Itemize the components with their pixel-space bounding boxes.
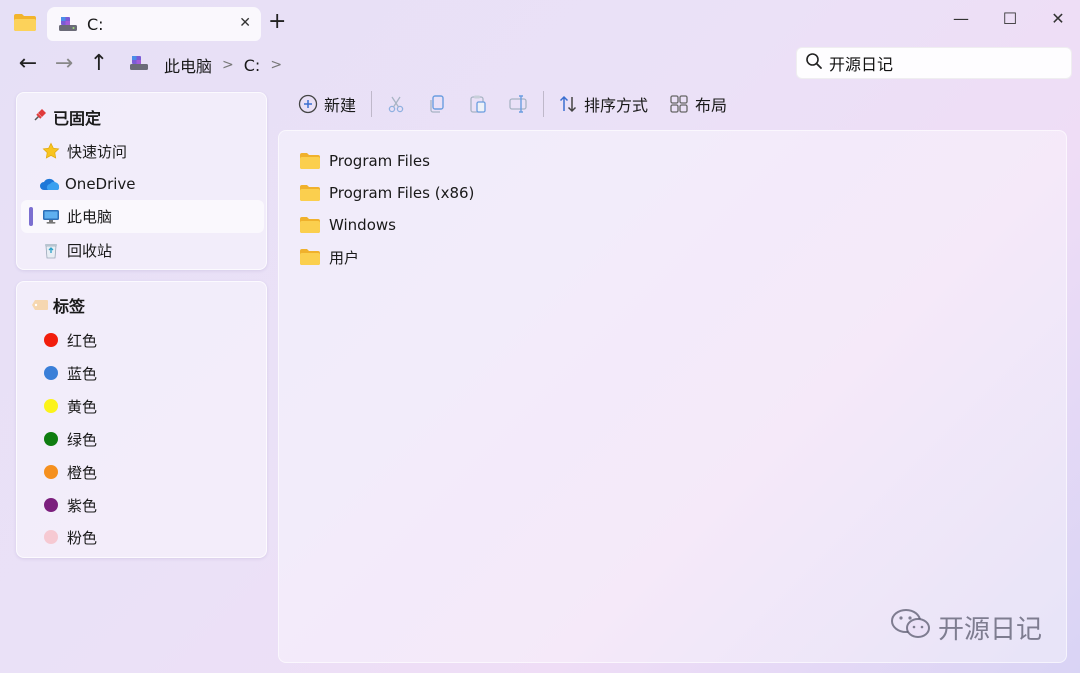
folder-icon [299,248,321,266]
search-input[interactable] [829,53,1059,73]
tag-color-dot [41,465,61,479]
breadcrumb-this-pc[interactable]: 此电脑 [164,53,212,77]
file-item-windows[interactable]: Windows [299,211,396,239]
drive-icon [57,15,79,33]
tag-red[interactable]: 红色 [41,325,97,355]
up-button[interactable]: ↑ [87,52,111,76]
folder-icon [299,184,321,202]
watermark-text: 开源日记 [938,615,1043,645]
search-icon [805,52,823,74]
pinned-title: 已固定 [53,109,102,128]
copy-button[interactable] [427,90,453,118]
tag-icon [31,296,49,315]
tag-label: 绿色 [67,430,98,449]
paste-icon [468,94,488,114]
pinned-section: 已固定 快速访问 OneDrive 此电脑 回收站 [16,92,267,270]
cut-button[interactable] [386,90,412,118]
tag-label: 蓝色 [67,364,98,383]
folder-icon [299,216,321,234]
breadcrumb: 此电脑 > C: > [128,53,292,77]
breadcrumb-separator: > [222,57,234,73]
sidebar-item-label: 此电脑 [67,208,113,226]
search-box[interactable] [796,47,1072,79]
sidebar-item-quick-access[interactable]: 快速访问 [41,136,127,166]
tab-close-icon[interactable]: ✕ [239,15,251,31]
recycle-bin-icon [41,241,61,259]
computer-drive-icon [128,54,150,76]
file-name: Program Files (x86) [329,184,475,202]
file-list-pane: Program Files Program Files (x86) Window… [278,130,1067,663]
cloud-icon [39,177,61,191]
computer-icon [41,209,61,225]
plus-circle-icon [298,94,318,114]
wechat-icon [890,607,932,648]
copy-icon [427,94,447,114]
sidebar-item-label: 回收站 [67,241,113,260]
tag-color-dot [41,432,61,446]
sidebar-item-label: 快速访问 [67,142,128,161]
tag-color-dot [41,366,61,380]
sidebar-item-this-pc[interactable]: 此电脑 [21,200,264,233]
maximize-button[interactable]: ☐ [999,9,1021,28]
rename-icon [508,94,530,114]
file-item-program-files-x86[interactable]: Program Files (x86) [299,179,474,207]
minimize-button[interactable]: — [950,9,972,28]
tag-label: 黄色 [67,397,98,416]
tag-yellow[interactable]: 黄色 [41,391,97,421]
tab-title: C: [87,14,104,34]
back-button[interactable]: ← [16,52,40,76]
tag-color-dot [41,333,61,347]
sort-button[interactable]: 排序方式 [558,90,648,118]
paste-button[interactable] [468,90,494,118]
pin-icon [31,107,49,127]
file-name: Program Files [329,152,430,170]
selection-indicator [29,207,33,226]
sort-button-label: 排序方式 [584,96,649,115]
forward-button[interactable]: → [52,52,76,76]
star-icon [41,142,61,160]
toolbar-divider [543,91,544,117]
file-name: Windows [329,216,396,234]
toolbar-divider [371,91,372,117]
breadcrumb-c-drive[interactable]: C: [244,56,261,75]
tag-label: 橙色 [67,463,98,482]
tag-orange[interactable]: 橙色 [41,457,97,487]
grid-layout-icon [669,94,689,114]
new-button[interactable]: 新建 [298,90,356,118]
file-item-program-files[interactable]: Program Files [299,147,430,175]
rename-button[interactable] [508,90,536,118]
breadcrumb-separator[interactable]: > [270,57,282,73]
layout-button[interactable]: 布局 [669,90,727,118]
file-name: 用户 [329,248,360,267]
layout-button-label: 布局 [695,96,728,115]
folder-icon [299,152,321,170]
watermark: 开源日记 [890,607,1042,648]
tag-color-dot [41,399,61,413]
sort-icon [558,94,578,114]
close-window-button[interactable]: ✕ [1047,9,1069,28]
tags-title: 标签 [53,297,86,316]
tag-label: 粉色 [67,528,98,547]
tags-section: 标签 红色 蓝色 黄色 绿色 橙色 紫色 粉色 [16,281,267,558]
tags-header: 标签 [31,293,85,317]
sidebar-item-label: OneDrive [65,175,136,193]
tag-label: 紫色 [67,496,98,515]
sidebar-item-recycle-bin[interactable]: 回收站 [41,235,112,265]
tag-purple[interactable]: 紫色 [41,490,97,520]
file-item-users[interactable]: 用户 [299,243,359,271]
new-button-label: 新建 [324,96,357,115]
file-explorer-app-icon [13,12,37,32]
scissors-icon [386,94,406,114]
tag-green[interactable]: 绿色 [41,424,97,454]
tag-label: 红色 [67,331,98,350]
tab-c-drive[interactable]: C: ✕ [47,7,261,41]
new-tab-button[interactable]: + [268,10,286,34]
tag-pink[interactable]: 粉色 [41,522,97,552]
sidebar-item-onedrive[interactable]: OneDrive [39,169,136,199]
tag-color-dot [41,498,61,512]
pinned-header: 已固定 [31,105,101,129]
tag-blue[interactable]: 蓝色 [41,358,97,388]
tag-color-dot [41,530,61,544]
